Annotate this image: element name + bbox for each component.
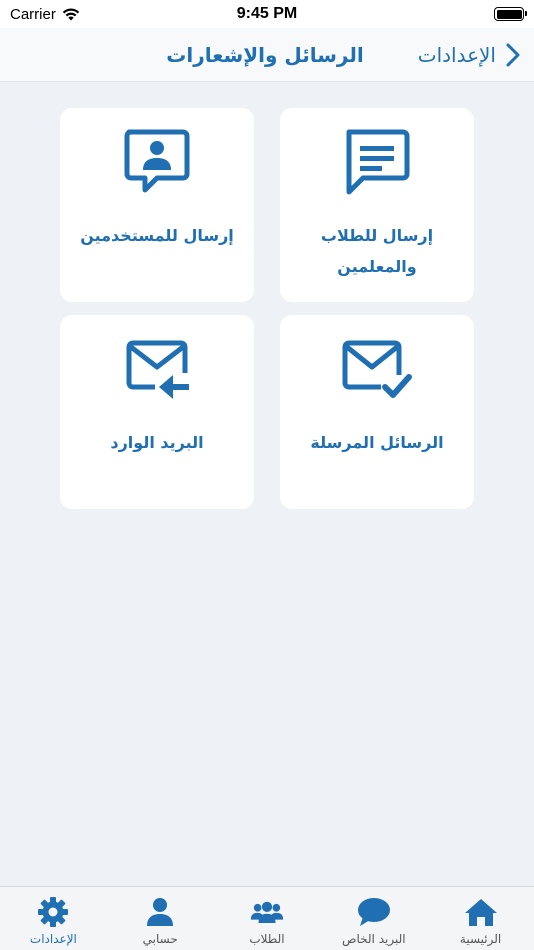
sent-messages-card[interactable]: الرسائل المرسلة <box>280 315 474 509</box>
home-icon <box>464 899 497 926</box>
chat-bubble-icon <box>357 898 390 926</box>
tab-private-mail-label: البريد الخاص <box>341 932 406 946</box>
tab-students[interactable]: الطلاب <box>214 887 321 950</box>
tab-settings-label: الإعدادات <box>29 932 77 946</box>
battery-icon <box>494 7 527 21</box>
tab-account[interactable]: حسابي <box>107 887 214 950</box>
tab-students-label: الطلاب <box>249 932 285 946</box>
gear-icon <box>38 897 69 927</box>
back-button[interactable]: الإعدادات <box>418 38 520 72</box>
status-bar: Carrier 9:45 PM <box>0 0 534 28</box>
message-lines-icon <box>346 129 410 195</box>
mail-inbox-icon <box>126 340 189 399</box>
tab-home-label: الرئيسية <box>459 932 502 946</box>
battery-fill <box>496 9 522 19</box>
tab-home[interactable]: الرئيسية <box>427 887 534 950</box>
status-time: 9:45 PM <box>236 5 298 22</box>
send-users-label: إرسال للمستخدمين <box>80 226 234 245</box>
sent-messages-label: الرسائل المرسلة <box>310 433 444 452</box>
wifi-icon <box>62 8 80 20</box>
users-group-icon <box>250 901 284 924</box>
navigation-bar: الرسائل والإشعارات الإعدادات <box>0 28 534 82</box>
send-students-teachers-label: إرسال للطلاب والمعلمين <box>320 226 434 276</box>
tab-private-mail[interactable]: البريد الخاص <box>320 887 427 950</box>
carrier-label: Carrier <box>10 5 56 23</box>
message-user-icon <box>124 129 190 193</box>
status-left: Carrier <box>10 6 80 23</box>
tab-account-label: حسابي <box>142 932 178 946</box>
tab-settings[interactable]: الإعدادات <box>0 887 107 950</box>
inbox-card[interactable]: البريد الوارد <box>60 315 254 509</box>
chevron-right-icon <box>506 43 520 67</box>
tab-bar: الإعدادات حسابي الطلاب البريد الخاص الرئ… <box>0 886 534 950</box>
inbox-label: البريد الوارد <box>110 433 204 452</box>
back-button-label: الإعدادات <box>417 43 496 67</box>
user-icon <box>147 898 174 926</box>
send-students-teachers-card[interactable]: إرسال للطلاب والمعلمين <box>280 108 474 302</box>
page-title: الرسائل والإشعارات <box>166 43 364 67</box>
send-users-card[interactable]: إرسال للمستخدمين <box>60 108 254 302</box>
mail-check-icon <box>342 340 412 398</box>
